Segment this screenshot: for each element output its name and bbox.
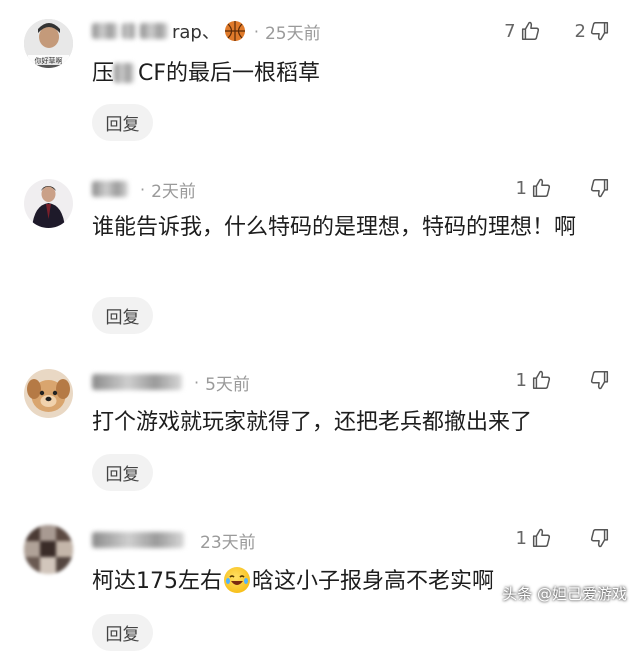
reply-button[interactable]: 回复	[92, 297, 153, 334]
dislike-count: 2	[574, 20, 586, 42]
comment-time: 2天前	[151, 181, 196, 202]
reply-button[interactable]: 回复	[92, 104, 153, 141]
comment-time: 23天前	[200, 532, 256, 553]
watermark: 头条 @妲己爱游戏	[502, 585, 627, 603]
comment-actions: 1	[482, 174, 611, 202]
blurred-username	[122, 23, 136, 39]
comment-actions: 7 2	[470, 17, 611, 45]
thumbs-up-icon	[530, 527, 552, 549]
blurred-username	[92, 181, 128, 197]
comment-time: 5天前	[205, 374, 250, 395]
comment-text-part: CF的最后一根稻草	[138, 61, 321, 86]
like-button[interactable]: 1	[516, 369, 552, 391]
blurred-username	[140, 23, 168, 39]
comment-meta: rap、 · 25天前	[92, 17, 321, 45]
basketball-icon	[224, 20, 246, 42]
like-button[interactable]: 1	[516, 177, 552, 199]
avatar[interactable]	[24, 179, 73, 228]
username[interactable]: rap、	[172, 18, 220, 44]
blurred-username	[92, 23, 118, 39]
comment-text: 压 CF的最后一根稻草	[92, 55, 622, 93]
reply-button[interactable]: 回复	[92, 454, 153, 491]
thumbs-down-icon	[589, 177, 611, 199]
blurred-text	[114, 63, 135, 83]
comment-text-part: 压	[92, 61, 115, 86]
thumbs-up-icon	[519, 20, 541, 42]
dislike-button[interactable]	[586, 527, 611, 549]
comment-text-part: 柯达175左右	[92, 569, 222, 594]
blurred-username	[92, 374, 182, 390]
comment-meta: 23天前	[92, 526, 256, 554]
dislike-button[interactable]	[586, 369, 611, 391]
blurred-username	[92, 532, 184, 548]
thumbs-down-icon	[589, 20, 611, 42]
comment-time: 25天前	[264, 23, 321, 44]
laughing-crying-emoji-icon	[224, 567, 250, 593]
dislike-button[interactable]: 2	[575, 20, 611, 42]
comment-text-part: 晗这小子报身高不老实啊	[252, 569, 495, 594]
like-count: 1	[515, 177, 527, 199]
comment-actions: 1	[482, 366, 611, 394]
thumbs-up-icon	[530, 369, 552, 391]
comment-meta: · 5天前	[92, 368, 250, 396]
like-button[interactable]: 1	[516, 527, 552, 549]
comment-text: 谁能告诉我，什么特码的是理想，特码的理想！啊	[92, 215, 577, 240]
thumbs-down-icon	[589, 527, 611, 549]
like-count: 1	[515, 527, 527, 549]
avatar[interactable]	[24, 525, 73, 574]
comment-meta: · 2天前	[92, 175, 196, 203]
comment-text: 打个游戏就玩家就得了，还把老兵都撤出来了	[92, 410, 533, 435]
avatar-caption: 你好草啊	[35, 56, 63, 65]
dislike-button[interactable]	[586, 177, 611, 199]
thumbs-down-icon	[589, 369, 611, 391]
avatar[interactable]: 你好草啊	[24, 19, 73, 68]
like-button[interactable]: 7	[504, 20, 540, 42]
thumbs-up-icon	[530, 177, 552, 199]
comment-actions: 1	[482, 524, 611, 552]
like-count: 1	[515, 369, 527, 391]
like-count: 7	[504, 20, 516, 42]
avatar[interactable]	[24, 369, 73, 418]
